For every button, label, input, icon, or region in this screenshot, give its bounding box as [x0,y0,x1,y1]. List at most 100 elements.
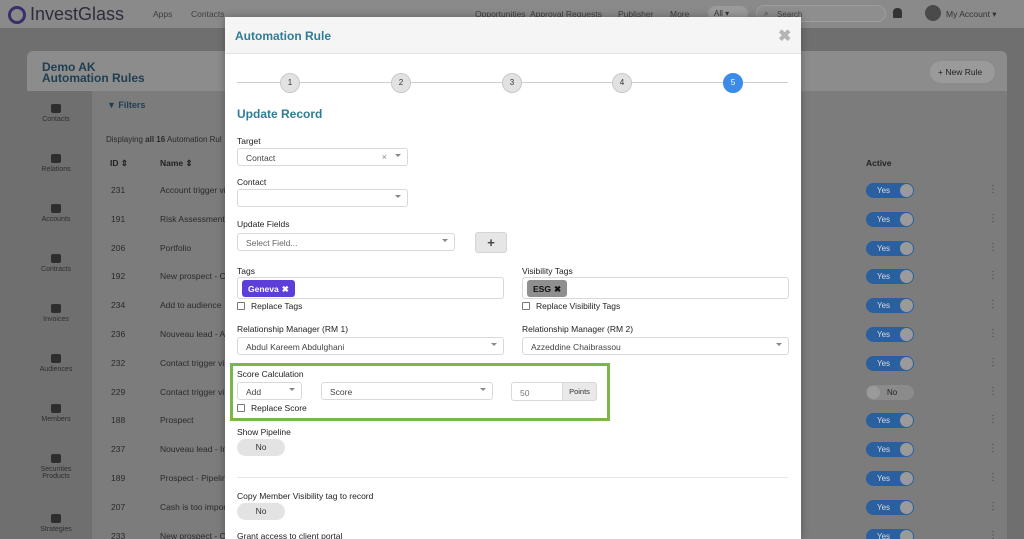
row-menu-icon[interactable]: ⋮ [988,443,998,454]
row-menu-icon[interactable]: ⋮ [988,328,998,339]
tag-chip[interactable]: Geneva ✖ [242,280,295,297]
score-points-input[interactable]: 50 [511,382,563,401]
tags-input[interactable]: Geneva ✖ [237,277,504,299]
column-header-name[interactable]: Name ⇕ [160,158,193,169]
row-menu-icon[interactable]: ⋮ [988,270,998,281]
column-header-active: Active [866,158,892,168]
update-fields-select[interactable]: Select Field... [237,233,455,251]
copy-visibility-toggle[interactable]: No [237,503,285,520]
sidebar-item-label: Members [41,416,71,423]
row-name[interactable]: Account trigger vi [160,185,226,195]
remove-tag-icon[interactable]: ✖ [554,284,561,294]
active-toggle[interactable]: Yes [866,471,914,486]
active-toggle[interactable]: Yes [866,240,914,256]
row-menu-icon[interactable]: ⋮ [988,242,998,253]
sidebar-item-members[interactable]: Members [26,404,86,423]
rm2-select[interactable]: Azzeddine Chaibrassou [522,337,789,355]
remove-tag-icon[interactable]: ✖ [282,284,289,294]
row-name[interactable]: New prospect - C [160,271,226,281]
sidebar-item-strategies[interactable]: Strategies [26,514,86,533]
nav-apps[interactable]: Apps [153,9,172,19]
column-header-id[interactable]: ID ⇕ [110,158,128,169]
row-menu-icon[interactable]: ⋮ [988,414,998,425]
avatar[interactable] [925,5,941,21]
step-4[interactable]: 4 [612,73,632,93]
invoices-icon [51,304,61,313]
row-name[interactable]: New prospect - C [160,531,226,539]
active-toggle-label: Yes [877,502,891,512]
score-field-select[interactable]: Score [321,382,493,400]
active-toggle[interactable]: Yes [866,413,914,429]
tag-chip[interactable]: ESG ✖ [527,280,568,297]
chevron-down-icon [442,239,448,242]
bell-icon[interactable] [893,8,902,18]
row-name[interactable]: Prospect - Pipelin [160,473,227,483]
clear-icon[interactable]: × [382,152,387,162]
sidebar-item-invoices[interactable]: Invoices [26,304,86,323]
members-icon [51,404,61,413]
active-toggle-label: No [887,387,898,397]
sidebar-item-contracts[interactable]: Contracts [26,254,86,273]
sidebar: Contacts Relations Accounts Contracts In… [26,28,88,539]
show-pipeline-toggle[interactable]: No [237,439,285,456]
active-toggle[interactable]: Yes [866,499,914,515]
active-toggle[interactable]: Yes [866,298,914,314]
investglass-logo[interactable]: InvestGlass [8,4,124,25]
step-5[interactable]: 5 [723,73,743,93]
active-toggle[interactable]: Yes [866,327,914,342]
filters-toggle[interactable]: ▼ Filters [107,100,145,110]
tag-chip-label: Geneva [248,284,279,294]
nav-contacts[interactable]: Contacts [191,9,225,19]
row-menu-icon[interactable]: ⋮ [988,184,998,195]
account-menu[interactable]: My Account ▾ [946,9,997,20]
sidebar-item-audiences[interactable]: Audiences [26,354,86,373]
row-name[interactable]: Cash is too impor [160,502,226,512]
active-toggle[interactable]: Yes [866,211,914,227]
active-toggle[interactable]: No [866,384,914,400]
active-toggle[interactable]: Yes [866,528,914,539]
step-2[interactable]: 2 [391,73,411,93]
active-toggle[interactable]: Yes [866,442,914,458]
sidebar-item-relations[interactable]: Relations [26,154,86,173]
sidebar-item-contacts[interactable]: Contacts [26,104,86,123]
active-toggle[interactable]: Yes [866,269,914,285]
row-id: 188 [111,415,126,426]
row-name[interactable]: Nouveau lead - Ac [160,329,229,339]
sidebar-item-accounts[interactable]: Accounts [26,204,86,223]
update-fields-placeholder: Select Field... [246,238,298,248]
step-1[interactable]: 1 [280,73,300,93]
row-menu-icon[interactable]: ⋮ [988,472,998,483]
row-menu-icon[interactable]: ⋮ [988,501,998,512]
contracts-icon [51,254,61,263]
active-toggle-label: Yes [877,243,891,253]
visibility-tags-input[interactable]: ESG ✖ [522,277,789,299]
row-id: 189 [111,473,126,483]
step-3[interactable]: 3 [502,73,522,93]
active-toggle[interactable]: Yes [866,183,914,198]
row-name[interactable]: Add to audience [160,300,221,310]
add-field-button[interactable]: + [475,232,507,253]
score-operation-select[interactable]: Add [237,382,302,400]
row-name[interactable]: Nouveau lead - In [160,444,227,454]
row-name[interactable]: Contact trigger vi [160,358,224,368]
row-menu-icon[interactable]: ⋮ [988,357,998,368]
replace-visibility-tags-label: Replace Visibility Tags [536,301,621,311]
row-menu-icon[interactable]: ⋮ [988,530,998,539]
row-menu-icon[interactable]: ⋮ [988,213,998,224]
row-name[interactable]: Prospect [160,415,194,425]
row-name[interactable]: Portfolio [160,243,191,253]
row-name[interactable]: Risk Assessment [160,214,225,224]
target-select[interactable]: Contact × [237,148,408,166]
replace-tags-checkbox[interactable]: Replace Tags [237,301,302,311]
close-icon[interactable]: ✖ [778,26,791,46]
rm1-select[interactable]: Abdul Kareem Abdulghani [237,337,504,355]
contact-select[interactable] [237,189,408,207]
sidebar-item-securities-products[interactable]: Securities Products [26,454,86,480]
replace-score-checkbox[interactable]: Replace Score [237,403,307,413]
replace-visibility-tags-checkbox[interactable]: Replace Visibility Tags [522,301,620,311]
new-rule-button[interactable]: + New Rule [930,61,995,83]
row-menu-icon[interactable]: ⋮ [988,386,998,397]
row-name[interactable]: Contact trigger vi [160,387,224,397]
active-toggle[interactable]: Yes [866,355,914,371]
row-menu-icon[interactable]: ⋮ [988,299,998,310]
